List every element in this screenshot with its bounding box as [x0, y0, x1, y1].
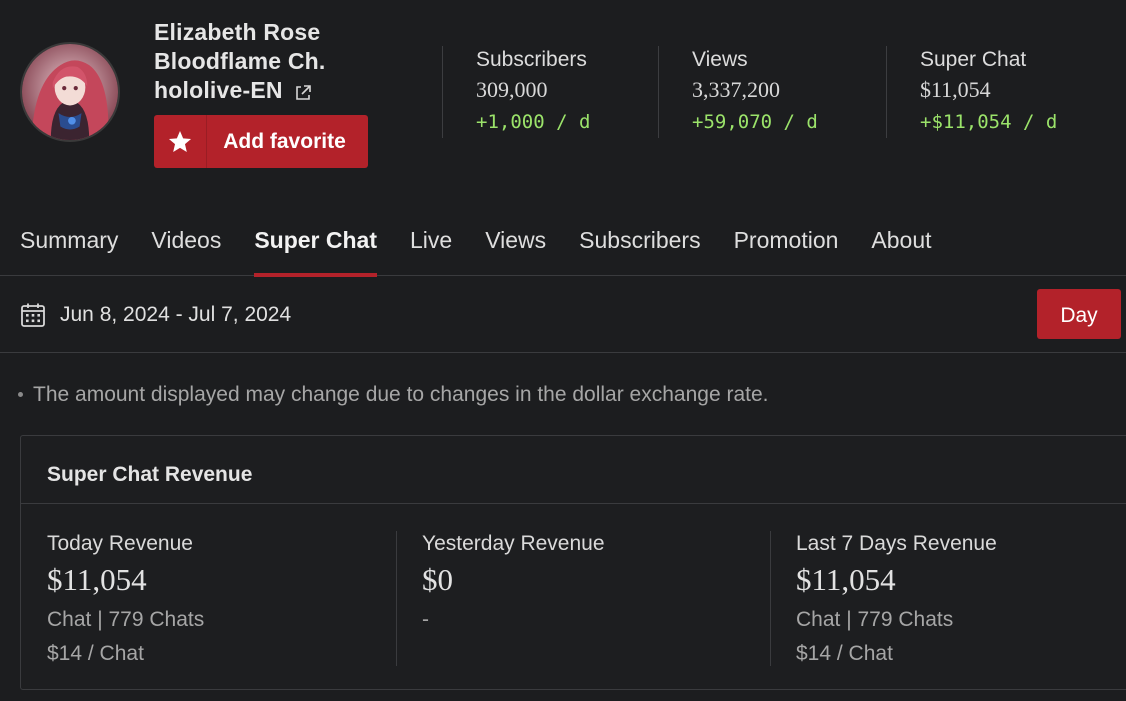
add-favorite-button[interactable]: Add favorite: [154, 115, 368, 168]
calendar-icon[interactable]: [20, 302, 46, 328]
date-range-bar: Jun 8, 2024 - Jul 7, 2024 Day: [0, 276, 1126, 353]
revenue-label: Last 7 Days Revenue: [796, 532, 997, 555]
revenue-chat-count: Chat | 779 Chats: [47, 608, 205, 631]
tab-subscribers[interactable]: Subscribers: [579, 212, 700, 276]
stat-value: 3,337,200: [692, 77, 780, 102]
revenue-label: Yesterday Revenue: [422, 532, 605, 555]
revenue-per-chat: $14 / Chat: [796, 642, 893, 665]
channel-tabs: Summary Videos Super Chat Live Views Sub…: [0, 212, 1126, 277]
channel-header: Elizabeth Rose Bloodflame Ch. hololive-E…: [0, 0, 1126, 200]
stat-subscribers: Subscribers 309,000 +1,000 / d: [442, 46, 658, 138]
stat-value: 309,000: [476, 77, 548, 102]
stat-label: Subscribers: [476, 48, 587, 71]
channel-page: Elizabeth Rose Bloodflame Ch. hololive-E…: [0, 0, 1126, 701]
tab-summary[interactable]: Summary: [20, 212, 118, 276]
channel-name-block: Elizabeth Rose Bloodflame Ch. hololive-E…: [154, 18, 414, 105]
stat-value: $11,054: [920, 77, 991, 102]
stat-super-chat: Super Chat $11,054 +$11,054 / d: [886, 46, 1126, 138]
revenue-chat-count: Chat | 779 Chats: [796, 608, 954, 631]
revenue-per-chat: $14 / Chat: [47, 642, 144, 665]
revenue-amount: $11,054: [47, 562, 147, 597]
avatar-image: [22, 44, 118, 140]
add-favorite-label: Add favorite: [223, 129, 346, 153]
stat-delta: +1,000 / d: [476, 111, 591, 133]
today-revenue-column: Today Revenue $11,054 Chat | 779 Chats $…: [47, 531, 397, 666]
day-period-button[interactable]: Day: [1037, 289, 1121, 339]
last-7-days-revenue-column: Last 7 Days Revenue $11,054 Chat | 779 C…: [770, 531, 1126, 666]
revenue-amount: $11,054: [796, 562, 896, 597]
channel-handle-row: hololive-EN: [154, 76, 414, 105]
star-icon: [154, 115, 207, 168]
yesterday-revenue-column: Yesterday Revenue $0 -: [396, 531, 770, 666]
note-text: The amount displayed may change due to c…: [33, 383, 769, 406]
stat-label: Super Chat: [920, 48, 1027, 71]
tab-promotion[interactable]: Promotion: [734, 212, 839, 276]
date-range-text[interactable]: Jun 8, 2024 - Jul 7, 2024: [60, 303, 291, 327]
stat-views: Views 3,337,200 +59,070 / d: [658, 46, 886, 138]
bullet-icon: [18, 392, 23, 397]
stat-label: Views: [692, 48, 748, 71]
card-title: Super Chat Revenue: [21, 436, 1126, 504]
channel-handle: hololive-EN: [154, 77, 283, 103]
super-chat-revenue-card: Super Chat Revenue Today Revenue $11,054…: [20, 435, 1126, 690]
tab-videos[interactable]: Videos: [151, 212, 221, 276]
channel-avatar[interactable]: [20, 42, 120, 142]
revenue-chat-count: -: [422, 608, 429, 631]
tab-super-chat[interactable]: Super Chat: [254, 212, 377, 277]
revenue-label: Today Revenue: [47, 532, 193, 555]
channel-name-line2: Bloodflame Ch.: [154, 48, 326, 74]
tab-live[interactable]: Live: [410, 212, 452, 276]
stat-delta: +59,070 / d: [692, 111, 818, 133]
channel-name-line1: Elizabeth Rose: [154, 19, 321, 45]
stat-delta: +$11,054 / d: [920, 111, 1058, 133]
revenue-amount: $0: [422, 562, 453, 597]
external-link-icon[interactable]: [293, 81, 313, 101]
exchange-rate-note: The amount displayed may change due to c…: [18, 383, 768, 407]
tab-about[interactable]: About: [871, 212, 931, 276]
tab-views[interactable]: Views: [485, 212, 546, 276]
